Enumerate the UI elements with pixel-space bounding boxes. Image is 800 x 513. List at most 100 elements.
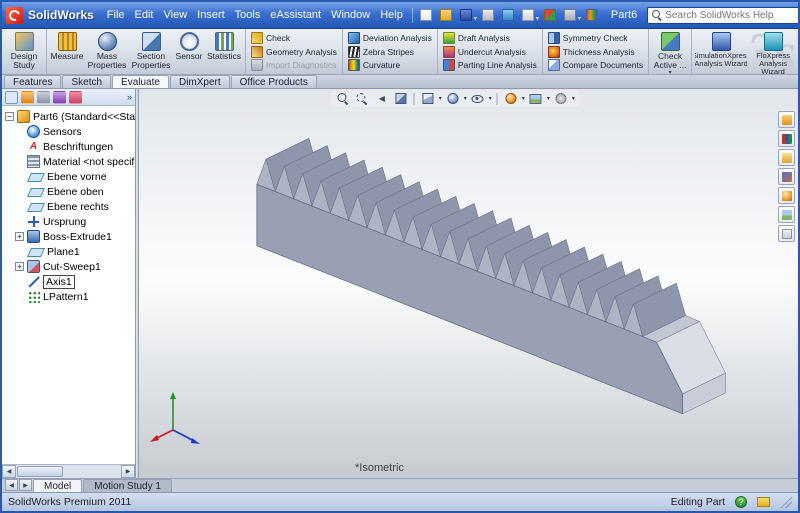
hide-show-items-button[interactable] [470, 91, 486, 106]
configuration-manager-tab-icon[interactable] [37, 91, 50, 104]
tree-item-sensors[interactable]: Sensors [2, 124, 135, 139]
deviation-analysis-button[interactable]: Deviation Analysis [348, 31, 432, 44]
save-dropdown-icon[interactable]: ▾ [474, 15, 477, 22]
display-style-dropdown-icon[interactable]: ▾ [464, 96, 467, 102]
display-manager-tab-icon[interactable] [69, 91, 82, 104]
tree-item-boss-extrude1[interactable]: + Boss-Extrude1 [2, 229, 135, 244]
view-palette-button[interactable] [778, 168, 795, 185]
tab-office-products[interactable]: Office Products [231, 75, 317, 88]
open-document-button[interactable] [437, 6, 455, 24]
check-button[interactable]: Check [251, 31, 337, 44]
menu-window[interactable]: Window [326, 7, 375, 23]
tree-item-material[interactable]: Material <not specified> [2, 154, 135, 169]
check-active-button[interactable]: Check Active ... ▾ [652, 30, 688, 74]
select-dropdown-icon[interactable]: ▾ [536, 15, 539, 22]
property-manager-tab-icon[interactable] [21, 91, 34, 104]
tab-motion-study-1[interactable]: Motion Study 1 [83, 479, 172, 492]
panel-overflow-icon[interactable]: » [127, 92, 132, 102]
dimxpert-manager-tab-icon[interactable] [53, 91, 66, 104]
zoom-to-area-button[interactable] [355, 91, 371, 106]
scrollbar-track[interactable] [64, 465, 121, 478]
curvature-button[interactable]: Curvature [348, 59, 432, 72]
expand-icon[interactable]: + [15, 262, 24, 271]
print-button[interactable] [479, 6, 497, 24]
custom-properties-button[interactable] [778, 225, 795, 242]
new-document-button[interactable] [417, 6, 435, 24]
menu-insert[interactable]: Insert [192, 7, 230, 23]
mass-properties-button[interactable]: Mass Properties [86, 30, 128, 74]
simulationxpress-wizard-button[interactable]: SimulationXpress Analysis Wizard [695, 30, 747, 74]
tree-item-root[interactable]: − Part6 (Standard<<Standard>_ [2, 109, 135, 124]
undercut-analysis-button[interactable]: Undercut Analysis [443, 45, 537, 58]
feature-manager-tab-icon[interactable] [5, 91, 18, 104]
appearance-dropdown-icon[interactable]: ▾ [522, 96, 525, 102]
options-button[interactable] [561, 6, 579, 24]
geometry-analysis-button[interactable]: Geometry Analysis [251, 45, 337, 58]
scrollbar-thumb[interactable] [17, 466, 63, 477]
edit-appearance-button[interactable] [583, 6, 601, 24]
scroll-right-icon[interactable]: ▶ [121, 465, 135, 478]
collapse-icon[interactable]: − [5, 112, 14, 121]
view-settings-button[interactable] [553, 91, 569, 106]
floxpress-wizard-button[interactable]: FloXpress Analysis Wizard [749, 30, 797, 74]
menu-tools[interactable]: Tools [230, 7, 266, 23]
design-study-button[interactable]: Design Study [5, 30, 43, 74]
tab-scroll-left-icon[interactable]: ◀ [5, 479, 18, 491]
quick-tips-icon[interactable]: ? [735, 496, 747, 508]
options-dropdown-icon[interactable]: ▾ [578, 15, 581, 22]
tree-item-top-plane[interactable]: Ebene oben [2, 184, 135, 199]
tree-item-annotations[interactable]: A Beschriftungen [2, 139, 135, 154]
tree-item-axis1[interactable]: Axis1 [2, 274, 135, 289]
display-style-button[interactable] [445, 91, 461, 106]
apply-scene-button[interactable] [528, 91, 544, 106]
tree-item-lpattern1[interactable]: LPattern1 [2, 289, 135, 304]
resize-grip-icon[interactable] [780, 496, 792, 508]
section-properties-button[interactable]: Section Properties [130, 30, 172, 74]
statistics-button[interactable]: Statistics [206, 30, 242, 74]
scroll-left-icon[interactable]: ◀ [2, 465, 16, 478]
edit-appearance-button[interactable] [503, 91, 519, 106]
previous-view-button[interactable]: ◀ [374, 91, 390, 106]
thickness-analysis-button[interactable]: Thickness Analysis [548, 45, 643, 58]
scenes-button[interactable] [778, 206, 795, 223]
tag-icon[interactable] [757, 497, 770, 507]
save-button[interactable] [457, 6, 475, 24]
check-active-dropdown-icon[interactable]: ▾ [669, 70, 672, 73]
menu-edit[interactable]: Edit [130, 7, 159, 23]
menu-file[interactable]: File [102, 7, 130, 23]
search-input[interactable] [665, 10, 800, 21]
compare-documents-button[interactable]: Compare Documents [548, 59, 643, 72]
rack-gear-model[interactable] [139, 89, 798, 478]
view-settings-dropdown-icon[interactable]: ▾ [572, 96, 575, 102]
tree-horizontal-scrollbar[interactable]: ◀ ▶ [2, 464, 135, 478]
expand-icon[interactable]: + [15, 232, 24, 241]
tree-item-cut-sweep1[interactable]: + Cut-Sweep1 [2, 259, 135, 274]
help-search-box[interactable]: ▾ [647, 7, 800, 24]
tree-item-plane1[interactable]: Plane1 [2, 244, 135, 259]
tree-item-origin[interactable]: Ursprung [2, 214, 135, 229]
tab-scroll-right-icon[interactable]: ▶ [19, 479, 32, 491]
draft-analysis-button[interactable]: Draft Analysis [443, 31, 537, 44]
design-library-button[interactable] [778, 130, 795, 147]
appearances-button[interactable] [778, 187, 795, 204]
tab-evaluate[interactable]: Evaluate [112, 75, 169, 88]
hide-show-dropdown-icon[interactable]: ▾ [489, 96, 492, 102]
parting-line-analysis-button[interactable]: Parting Line Analysis [443, 59, 537, 72]
tab-model[interactable]: Model [33, 479, 82, 492]
scene-dropdown-icon[interactable]: ▾ [547, 96, 550, 102]
section-view-button[interactable] [393, 91, 409, 106]
tab-sketch[interactable]: Sketch [62, 75, 111, 88]
solidworks-resources-button[interactable] [778, 111, 795, 128]
file-explorer-button[interactable] [778, 149, 795, 166]
menu-view[interactable]: View [159, 7, 193, 23]
rebuild-button[interactable] [541, 6, 559, 24]
tab-features[interactable]: Features [4, 75, 61, 88]
view-orientation-dropdown-icon[interactable]: ▾ [439, 96, 442, 102]
tree-item-front-plane[interactable]: Ebene vorne [2, 169, 135, 184]
graphics-area[interactable]: ◀ ▾ ▾ ▾ ▾ ▾ ▾ [139, 89, 798, 478]
measure-button[interactable]: Measure [50, 30, 84, 74]
view-orientation-button[interactable] [420, 91, 436, 106]
menu-help[interactable]: Help [375, 7, 408, 23]
menu-eassistant[interactable]: eAssistant [265, 7, 326, 23]
sensor-button[interactable]: Sensor [174, 30, 204, 74]
